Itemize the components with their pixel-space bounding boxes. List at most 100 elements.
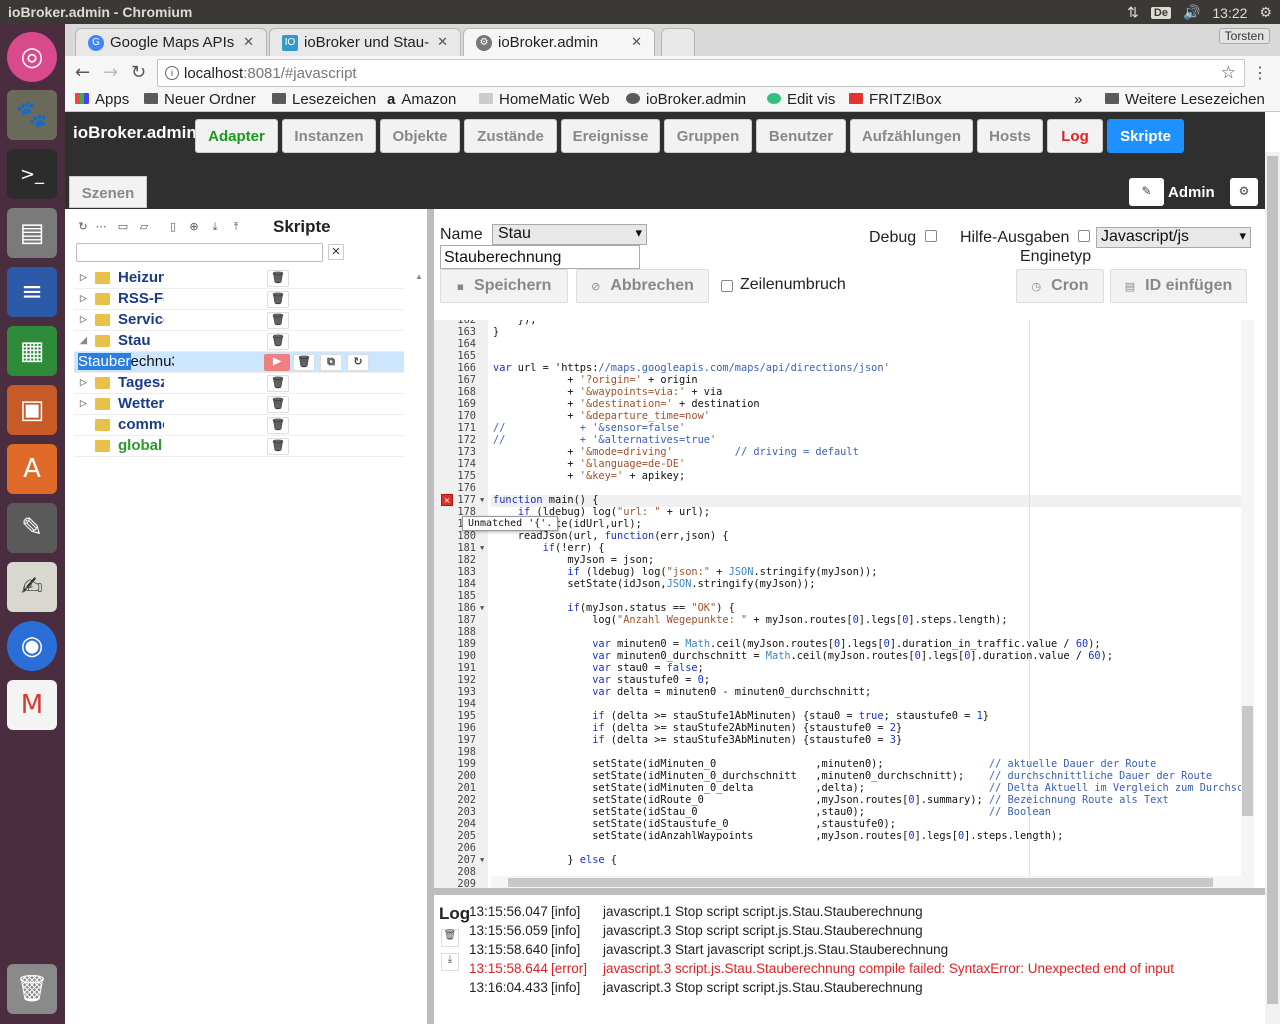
reload-icon[interactable]: ↻	[347, 354, 369, 371]
expand-icon[interactable]: ▷	[80, 377, 87, 388]
browser-tab-iobroker-stau[interactable]: IO ioBroker und Stau- ✕	[269, 28, 461, 56]
delete-icon[interactable]: 🗑	[267, 375, 289, 392]
clock[interactable]: 13:22	[1212, 5, 1247, 21]
tree-item-label[interactable]: Stauberechnu3	[78, 353, 174, 370]
error-marker-icon[interactable]: ✕	[441, 494, 453, 506]
collapse-icon[interactable]: ⋯	[94, 220, 108, 234]
tree-item-stauberechnung[interactable]: Stauberechnu3 ▶ 🗑 ⧉ ↻	[74, 352, 404, 373]
expand-icon[interactable]: ▷	[80, 272, 87, 283]
close-icon[interactable]: ✕	[243, 34, 254, 50]
bookmark-lesezeichen[interactable]: Lesezeichen	[272, 91, 376, 108]
collapse-icon[interactable]: ◢	[80, 335, 87, 346]
profile-button[interactable]: Torsten	[1218, 28, 1270, 44]
folder-select[interactable]: Stau	[492, 224, 647, 245]
tab-objekte[interactable]: Objekte	[380, 119, 460, 153]
tab-hosts[interactable]: Hosts	[977, 119, 1043, 153]
run-play-icon[interactable]: ▶	[264, 354, 290, 371]
cancel-button[interactable]: ⊘ Abbrechen	[576, 269, 709, 303]
browser-tab-google-maps[interactable]: G Google Maps APIs ✕	[75, 28, 267, 56]
power-icon[interactable]: ⚙	[1259, 4, 1272, 21]
bookmark-neuer-ordner[interactable]: Neuer Ordner	[144, 91, 256, 108]
bookmark-homematic[interactable]: HomeMatic Web	[479, 91, 610, 108]
reload-icon[interactable]: ↻	[131, 62, 146, 83]
copy-icon[interactable]: ⧉	[320, 354, 342, 371]
delete-icon[interactable]: 🗑	[267, 333, 289, 350]
tree-item-stau[interactable]: ◢ Stau 🗑	[74, 331, 404, 352]
clear-filter-icon[interactable]: ✕	[328, 244, 344, 260]
fold-arrow-icon[interactable]: ▼	[480, 856, 484, 864]
bookmark-fritzbox[interactable]: FRITZ!Box	[849, 91, 942, 108]
new-tab-button[interactable]	[661, 28, 695, 56]
download-icon[interactable]: ⤓	[208, 220, 222, 234]
bookmark-apps[interactable]: Apps	[75, 91, 129, 108]
fold-arrow-icon[interactable]: ▼	[480, 544, 484, 552]
cron-button[interactable]: ◷ Cron	[1016, 269, 1104, 303]
software-center-icon[interactable]: A	[7, 444, 57, 494]
delete-icon[interactable]: 🗑	[267, 438, 289, 455]
text-editor-icon[interactable]: ✍	[7, 562, 57, 612]
gimp-icon[interactable]: 🐾	[7, 90, 57, 140]
network-icon[interactable]: ⇅	[1127, 4, 1139, 21]
tree-item-heizung[interactable]: ▷ Heizun 🗑	[74, 268, 404, 289]
more-bookmarks-chevron[interactable]: »	[1074, 91, 1082, 108]
trash-icon[interactable]: 🗑	[7, 964, 57, 1014]
gmail-icon[interactable]: M	[7, 680, 57, 730]
script-name-input[interactable]	[440, 245, 640, 269]
tree-item-rss-feed[interactable]: ▷ RSS-Fe 🗑	[74, 289, 404, 310]
chromium-icon[interactable]: ◉	[7, 621, 57, 671]
bookmark-iobroker-admin[interactable]: ioBroker.admin	[626, 91, 746, 108]
close-icon[interactable]: ✕	[631, 34, 642, 50]
delete-icon[interactable]: 🗑	[267, 312, 289, 329]
editor-vertical-scroll-thumb[interactable]	[1242, 706, 1253, 816]
engine-type-select[interactable]: Javascript/js	[1096, 227, 1251, 248]
terminal-icon[interactable]: >_	[7, 149, 57, 199]
scroll-up-icon[interactable]: ▲	[415, 272, 423, 281]
edit-pencil-icon[interactable]: ✎	[1129, 178, 1164, 206]
help-output-checkbox[interactable]	[1078, 230, 1090, 242]
back-icon[interactable]: ←	[75, 62, 90, 83]
info-icon[interactable]: i	[165, 66, 179, 80]
fold-arrow-icon[interactable]: ▼	[480, 496, 484, 504]
browser-tab-iobroker-admin[interactable]: ⚙ ioBroker.admin ✕	[463, 28, 655, 56]
calc-icon[interactable]: ▦	[7, 326, 57, 376]
tab-benutzer[interactable]: Benutzer	[756, 119, 846, 153]
tab-instanzen[interactable]: Instanzen	[282, 119, 376, 153]
expand-icon[interactable]: ▷	[80, 398, 87, 409]
volume-icon[interactable]: 🔊	[1183, 4, 1200, 21]
delete-icon[interactable]: 🗑	[267, 270, 289, 287]
tree-item-wetter[interactable]: ▷ Wetter 🗑	[74, 394, 404, 415]
tree-item-common[interactable]: commo 🗑	[74, 415, 404, 436]
address-bar[interactable]: i localhost:8081/#javascript ☆	[157, 59, 1245, 87]
settings-icon[interactable]: ✎	[7, 503, 57, 553]
page-scroll-thumb[interactable]	[1267, 156, 1278, 1004]
debug-checkbox[interactable]	[925, 230, 937, 242]
bookmark-amazon[interactable]: a Amazon	[387, 91, 456, 108]
ubuntu-icon[interactable]: ◎	[7, 32, 57, 82]
delete-icon[interactable]: 🗑	[267, 417, 289, 434]
save-button[interactable]: ▪ Speichern	[440, 269, 568, 303]
refresh-icon[interactable]: ↻	[76, 220, 90, 234]
insert-id-button[interactable]: ▤ ID einfügen	[1110, 269, 1247, 303]
tab-ereignisse[interactable]: Ereignisse	[561, 119, 660, 153]
writer-icon[interactable]: ≡	[7, 267, 57, 317]
bookmark-star-icon[interactable]: ☆	[1221, 63, 1236, 83]
editor-horizontal-scroll-thumb[interactable]	[508, 878, 1213, 887]
tab-aufzaehlungen[interactable]: Aufzählungen	[850, 119, 973, 153]
log-splitter[interactable]	[434, 888, 1265, 895]
settings-gear-icon[interactable]: ⚙	[1230, 178, 1258, 206]
expand-icon[interactable]: ▷	[80, 293, 87, 304]
bookmark-edit-vis[interactable]: Edit vis	[767, 91, 835, 108]
fold-arrow-icon[interactable]: ▼	[480, 604, 484, 612]
delete-icon[interactable]: 🗑	[267, 396, 289, 413]
tab-zustaende[interactable]: Zustände	[464, 119, 557, 153]
filter-input[interactable]	[76, 243, 323, 262]
tree-item-tageszeit[interactable]: ▷ Tagesz 🗑	[74, 373, 404, 394]
keyboard-layout-indicator[interactable]: De	[1150, 6, 1171, 19]
tab-skripte[interactable]: Skripte	[1107, 119, 1184, 153]
new-script-icon[interactable]: ▯	[166, 220, 180, 234]
delete-icon[interactable]: 🗑	[267, 291, 289, 308]
forward-icon[interactable]: →	[103, 62, 118, 83]
code-editor[interactable]: 162 163 164 165 166 167 168 169 170 171 172 173 174 1…	[434, 320, 1254, 888]
download-log-icon[interactable]: ⤓	[441, 953, 459, 971]
tab-log[interactable]: Log	[1047, 119, 1103, 153]
